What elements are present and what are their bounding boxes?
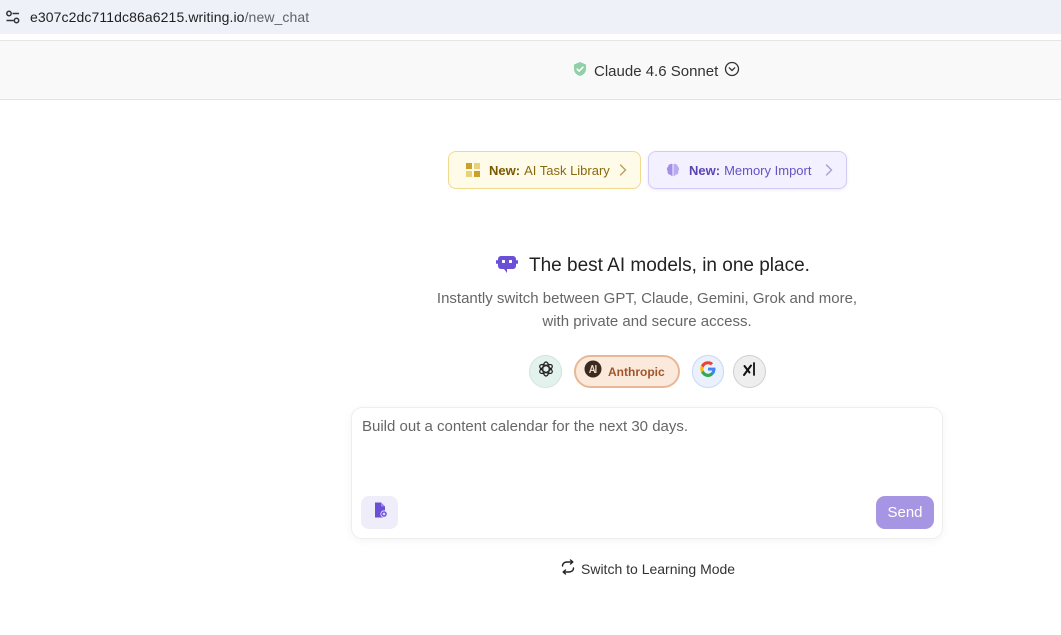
hero-subtitle-line: Instantly switch between GPT, Claude, Ge…: [436, 290, 858, 307]
pill-text: AI Task Library: [524, 162, 610, 178]
memory-import-pill[interactable]: New: Memory Import: [648, 151, 847, 189]
shield-check-icon: [572, 61, 588, 82]
app-header: Claude 4.6 Sonnet: [0, 40, 1061, 100]
send-button[interactable]: Send: [876, 496, 934, 529]
provider-xai-button[interactable]: [733, 355, 766, 388]
google-icon: [699, 360, 717, 383]
brain-icon: [665, 162, 681, 178]
prompt-input[interactable]: [362, 418, 932, 488]
hero-title: The best AI models, in one place.: [495, 253, 810, 279]
swap-arrows-icon: [560, 558, 576, 580]
chevron-down-circle-icon: [724, 61, 740, 82]
provider-anthropic-button[interactable]: Anthropic: [574, 355, 680, 388]
provider-google-button[interactable]: [692, 355, 724, 388]
hero-subtitle-line: with private and secure access.: [542, 313, 752, 330]
robot-chat-icon: [495, 252, 519, 281]
ai-task-library-pill[interactable]: New: AI Task Library: [448, 151, 641, 189]
browser-url-bar[interactable]: e307c2dc711dc86a6215.writing.io/new_chat: [0, 0, 1061, 34]
switch-learning-mode-link[interactable]: Switch to Learning Mode: [560, 558, 736, 580]
url-host: e307c2dc711dc86a6215.writing.io: [30, 9, 245, 25]
pill-text: Memory Import: [724, 162, 812, 178]
hero-title-text: The best AI models, in one place.: [529, 255, 810, 276]
provider-anthropic-label: Anthropic: [608, 364, 665, 379]
pill-new-label: New:: [489, 162, 521, 178]
grid-squares-icon: [465, 162, 481, 178]
file-attach-icon: [371, 501, 389, 524]
model-name: Claude 4.6 Sonnet: [594, 62, 719, 80]
model-selector[interactable]: Claude 4.6 Sonnet: [572, 59, 740, 83]
openai-icon: [537, 360, 555, 383]
site-settings-icon[interactable]: [4, 8, 22, 26]
anthropic-icon: [584, 360, 602, 383]
xai-icon: [741, 360, 759, 383]
chevron-right-icon: [824, 163, 834, 177]
pill-new-label: New:: [689, 162, 721, 178]
chat-composer: Send: [352, 408, 942, 538]
provider-openai-button[interactable]: [529, 355, 562, 388]
url-path: /new_chat: [244, 9, 310, 25]
chevron-right-icon: [618, 163, 628, 177]
learning-mode-label: Switch to Learning Mode: [581, 561, 736, 577]
url-text[interactable]: e307c2dc711dc86a6215.writing.io/new_chat: [30, 9, 309, 25]
attach-file-button[interactable]: [361, 496, 398, 529]
hero-subtitle: Instantly switch between GPT, Claude, Ge…: [397, 287, 897, 333]
